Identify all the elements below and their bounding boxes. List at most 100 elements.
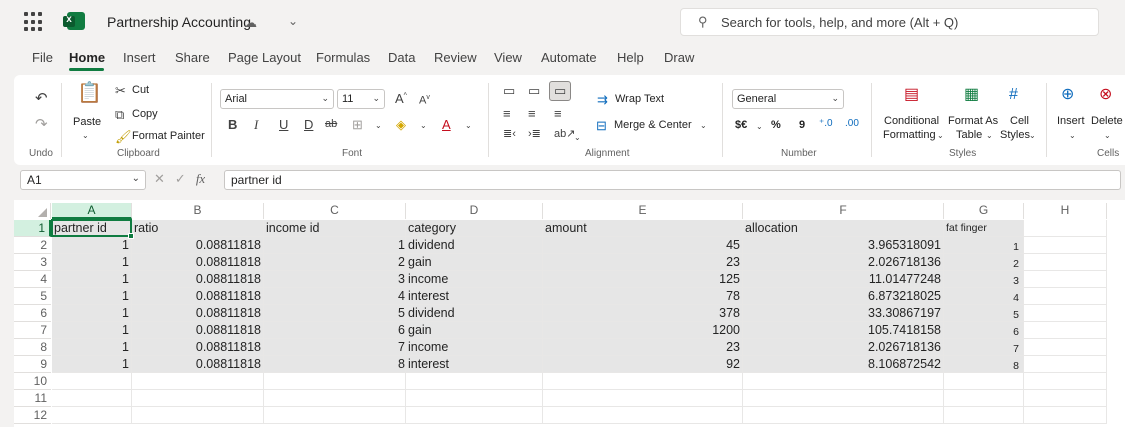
tab-automate[interactable]: Automate	[541, 50, 597, 65]
align-left-icon[interactable]: ≡	[503, 107, 511, 120]
cell-b9[interactable]: 0.08811818	[132, 356, 264, 373]
cell-c7[interactable]: 6	[264, 322, 406, 339]
cell-b11[interactable]	[132, 390, 264, 407]
cell-g3[interactable]: 2	[944, 254, 1024, 271]
align-right-icon[interactable]: ≡	[554, 107, 562, 120]
cell-c1[interactable]: income id	[264, 220, 406, 237]
formula-input[interactable]: partner id	[224, 170, 1121, 190]
cell-g8[interactable]: 7	[944, 339, 1024, 356]
cell-h9[interactable]	[1024, 356, 1107, 373]
cell-g11[interactable]	[944, 390, 1024, 407]
fill-handle[interactable]	[128, 233, 134, 239]
cell-h6[interactable]	[1024, 305, 1107, 322]
chevron-down-icon[interactable]: ⌄	[700, 121, 707, 130]
cell-c3[interactable]: 2	[264, 254, 406, 271]
cell-c9[interactable]: 8	[264, 356, 406, 373]
decrease-decimal-icon[interactable]: .00	[845, 119, 859, 129]
column-header-c[interactable]: C	[264, 203, 406, 219]
cell-b12[interactable]	[132, 407, 264, 424]
cell-d4[interactable]: income	[406, 271, 543, 288]
cell-e12[interactable]	[543, 407, 743, 424]
cell-g1[interactable]: fat finger	[944, 220, 1024, 237]
row-header-12[interactable]: 12	[14, 407, 51, 424]
increase-font-icon[interactable]: A^	[395, 92, 407, 105]
row-header-5[interactable]: 5	[14, 288, 51, 305]
align-top-icon[interactable]: ▭	[503, 84, 515, 97]
decrease-indent-icon[interactable]: ≣‹	[503, 129, 516, 140]
font-size-dropdown[interactable]: 11 ⌄	[337, 89, 385, 109]
spreadsheet-grid[interactable]: A B C D E F G H 1 partner id ratio income id categor…	[14, 200, 1125, 427]
enter-icon[interactable]: ✓	[175, 171, 186, 186]
decrease-font-icon[interactable]: Av	[419, 94, 430, 107]
comma-style-button[interactable]: 9	[799, 119, 805, 131]
cell-a11[interactable]	[52, 390, 132, 407]
cell-e1[interactable]: amount	[543, 220, 743, 237]
cell-c6[interactable]: 5	[264, 305, 406, 322]
cell-e2[interactable]: 45	[543, 237, 743, 254]
cut-button[interactable]: Cut	[132, 84, 149, 96]
cell-f9[interactable]: 8.106872542	[743, 356, 944, 373]
cell-e7[interactable]: 1200	[543, 322, 743, 339]
cell-g7[interactable]: 6	[944, 322, 1024, 339]
cell-f7[interactable]: 105.7418158	[743, 322, 944, 339]
format-as-table-line2[interactable]: Table	[956, 129, 982, 141]
cell-b3[interactable]: 0.08811818	[132, 254, 264, 271]
chevron-down-icon[interactable]: ⌄	[756, 122, 763, 131]
double-underline-button[interactable]: D	[304, 118, 313, 131]
italic-button[interactable]: I	[254, 118, 258, 131]
cell-h5[interactable]	[1024, 288, 1107, 305]
app-launcher-icon[interactable]	[24, 12, 44, 32]
cell-b7[interactable]: 0.08811818	[132, 322, 264, 339]
cancel-icon[interactable]: ✕	[154, 171, 165, 186]
column-header-g[interactable]: G	[944, 203, 1024, 219]
percent-button[interactable]: %	[771, 119, 781, 131]
bold-button[interactable]: B	[228, 118, 237, 131]
document-title[interactable]: Partnership Accounting	[107, 14, 251, 30]
tab-view[interactable]: View	[494, 50, 522, 65]
paste-icon[interactable]: 📋	[77, 83, 102, 103]
cell-h2[interactable]	[1024, 237, 1107, 254]
cell-a12[interactable]	[52, 407, 132, 424]
cell-c8[interactable]: 7	[264, 339, 406, 356]
cell-d11[interactable]	[406, 390, 543, 407]
tab-home[interactable]: Home	[69, 50, 105, 65]
align-bottom-icon[interactable]: ▭	[554, 84, 566, 97]
chevron-down-icon[interactable]: ⌄	[574, 133, 581, 142]
format-as-table-line1[interactable]: Format As	[948, 115, 998, 127]
cell-h3[interactable]	[1024, 254, 1107, 271]
cell-a3[interactable]: 1	[52, 254, 132, 271]
cell-e9[interactable]: 92	[543, 356, 743, 373]
align-middle-icon[interactable]: ▭	[528, 84, 540, 97]
cell-h10[interactable]	[1024, 373, 1107, 390]
cell-c4[interactable]: 3	[264, 271, 406, 288]
redo-icon[interactable]: ↷	[35, 117, 48, 132]
column-header-a[interactable]: A	[52, 203, 132, 219]
select-all-corner[interactable]	[14, 203, 51, 219]
cell-g6[interactable]: 5	[944, 305, 1024, 322]
cell-styles-icon[interactable]: #	[1009, 87, 1018, 103]
delete-cells-icon[interactable]: ⊗	[1099, 87, 1112, 103]
cell-h11[interactable]	[1024, 390, 1107, 407]
cell-f8[interactable]: 2.026718136	[743, 339, 944, 356]
conditional-formatting-line1[interactable]: Conditional	[884, 115, 939, 127]
font-name-dropdown[interactable]: Arial ⌄	[220, 89, 334, 109]
cell-f12[interactable]	[743, 407, 944, 424]
orientation-icon[interactable]: ab↗	[554, 129, 575, 140]
cell-f10[interactable]	[743, 373, 944, 390]
column-header-d[interactable]: D	[406, 203, 543, 219]
cell-d9[interactable]: interest	[406, 356, 543, 373]
cell-d2[interactable]: dividend	[406, 237, 543, 254]
cell-a4[interactable]: 1	[52, 271, 132, 288]
cell-a5[interactable]: 1	[52, 288, 132, 305]
wrap-text-icon[interactable]: ⇉	[597, 93, 608, 106]
cell-f4[interactable]: 11.01477248	[743, 271, 944, 288]
strikethrough-button[interactable]: ab	[325, 119, 337, 130]
cell-c2[interactable]: 1	[264, 237, 406, 254]
fill-color-icon[interactable]: ◈	[396, 118, 406, 131]
cell-g5[interactable]: 4	[944, 288, 1024, 305]
tab-data[interactable]: Data	[388, 50, 415, 65]
tab-share[interactable]: Share	[175, 50, 210, 65]
row-header-11[interactable]: 11	[14, 390, 51, 407]
search-input[interactable]: Search for tools, help, and more (Alt + …	[721, 15, 958, 30]
cell-a9[interactable]: 1	[52, 356, 132, 373]
